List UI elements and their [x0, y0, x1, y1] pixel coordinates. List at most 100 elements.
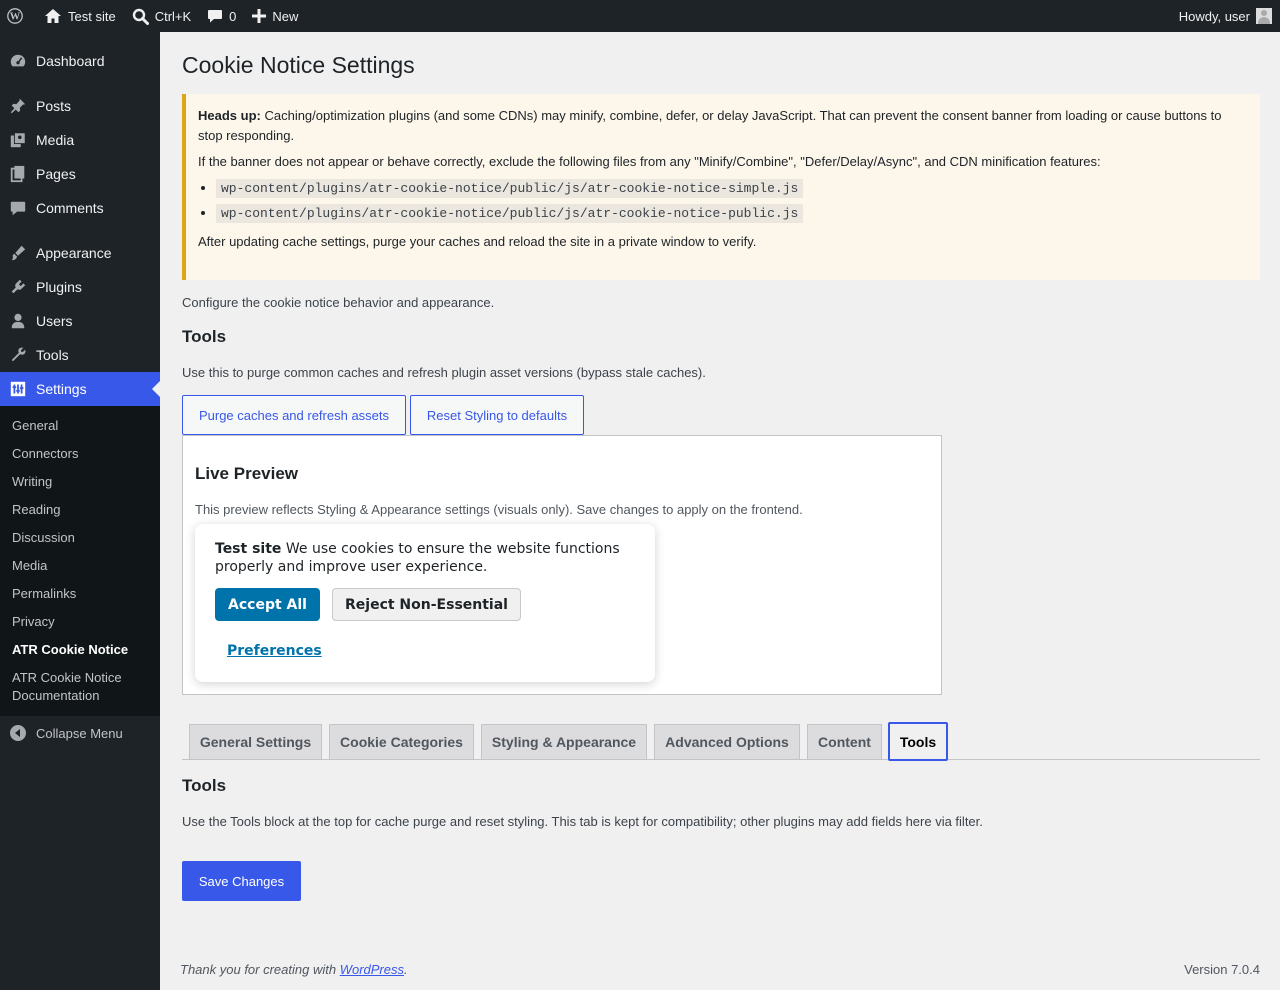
tab-styling-appearance[interactable]: Styling & Appearance — [481, 724, 647, 760]
cache-warning-notice: Heads up: Caching/optimization plugins (… — [182, 94, 1260, 280]
site-name-label: Test site — [68, 8, 116, 24]
settings-submenu: General Connectors Writing Reading Discu… — [0, 406, 160, 716]
sidebar-item-media[interactable]: Media — [0, 123, 160, 157]
plus-icon — [252, 9, 267, 23]
submenu-item-writing[interactable]: Writing — [12, 473, 52, 491]
configure-description: Configure the cookie notice behavior and… — [182, 295, 495, 310]
tab-section-heading: Tools — [182, 776, 227, 795]
submenu-item-media[interactable]: Media — [12, 557, 47, 575]
tools-heading: Tools — [182, 327, 227, 346]
sidebar-item-label: Tools — [36, 347, 69, 363]
pin-icon — [0, 97, 36, 115]
dashboard-icon — [0, 52, 36, 70]
tab-content[interactable]: Content — [807, 724, 882, 760]
wordpress-link[interactable]: WordPress — [340, 962, 404, 977]
cookie-banner-preview: Test site We use cookies to ensure the w… — [195, 524, 655, 682]
footer-thanks-suffix: . — [404, 962, 408, 977]
comments-link[interactable]: 0 — [199, 0, 244, 32]
admin-sidebar: Dashboard Posts Media Pages Comments App… — [0, 32, 160, 990]
media-icon — [0, 131, 36, 149]
search-icon — [132, 8, 149, 25]
sidebar-item-label: Pages — [36, 166, 76, 182]
reject-non-essential-button[interactable]: Reject Non-Essential — [332, 588, 521, 621]
live-preview-heading: Live Preview — [195, 464, 299, 483]
submenu-item-atr-cookie-notice-docs[interactable]: ATR Cookie Notice Documentation — [12, 669, 142, 705]
save-changes-button[interactable]: Save Changes — [182, 861, 301, 901]
sidebar-item-label: Posts — [36, 98, 72, 114]
submenu-item-connectors[interactable]: Connectors — [12, 445, 78, 463]
command-palette-link[interactable]: Ctrl+K — [124, 0, 199, 32]
avatar — [1256, 8, 1272, 24]
cookie-message: Test site We use cookies to ensure the w… — [215, 540, 635, 576]
sidebar-item-pages[interactable]: Pages — [0, 157, 160, 191]
new-content-link[interactable]: New — [244, 0, 306, 32]
sidebar-item-label: Users — [36, 313, 73, 329]
footer-thanks: Thank you for creating with WordPress. — [180, 962, 408, 977]
wrench-icon — [0, 346, 36, 364]
submenu-item-permalinks[interactable]: Permalinks — [12, 585, 76, 603]
reset-styling-button[interactable]: Reset Styling to defaults — [410, 395, 584, 435]
home-icon — [45, 9, 61, 23]
submenu-item-reading[interactable]: Reading — [12, 501, 60, 519]
plug-icon — [0, 278, 36, 296]
svg-text:W: W — [10, 12, 21, 23]
accept-all-button[interactable]: Accept All — [215, 588, 320, 621]
sidebar-item-appearance[interactable]: Appearance — [0, 236, 160, 270]
footer-thanks-prefix: Thank you for creating with — [180, 962, 340, 977]
user-icon — [0, 312, 36, 330]
pages-icon — [0, 165, 36, 183]
tab-advanced-options[interactable]: Advanced Options — [654, 724, 800, 760]
cookie-site-name: Test site — [215, 541, 282, 557]
new-label: New — [272, 8, 299, 24]
footer-version: Version 7.0.4 — [1184, 962, 1260, 977]
wordpress-logo-icon[interactable]: W — [0, 0, 36, 32]
page-title: Cookie Notice Settings — [182, 52, 415, 78]
submenu-item-privacy[interactable]: Privacy — [12, 613, 55, 631]
howdy-label: Howdy, user — [1178, 8, 1250, 24]
notice-heads-up: Heads up: — [198, 108, 261, 123]
sidebar-item-label: Media — [36, 132, 75, 148]
notice-text-2: If the banner does not appear or behave … — [198, 154, 1101, 169]
notice-line-1: Heads up: Caching/optimization plugins (… — [198, 106, 1248, 146]
comments-count: 0 — [229, 8, 237, 24]
tab-tools[interactable]: Tools — [888, 722, 948, 761]
collapse-arrow-icon — [0, 724, 36, 742]
submenu-item-atr-cookie-notice[interactable]: ATR Cookie Notice — [12, 641, 128, 659]
brush-icon — [0, 244, 36, 262]
collapse-menu-label: Collapse Menu — [36, 725, 123, 741]
sidebar-item-dashboard[interactable]: Dashboard — [0, 44, 160, 78]
notice-text-3: After updating cache settings, purge you… — [198, 234, 757, 249]
purge-caches-button[interactable]: Purge caches and refresh assets — [182, 395, 406, 435]
sidebar-item-posts[interactable]: Posts — [0, 89, 160, 123]
sidebar-item-label: Appearance — [36, 245, 112, 261]
my-account-link[interactable]: Howdy, user — [1171, 0, 1280, 32]
excluded-files-list: wp-content/plugins/atr-cookie-notice/pub… — [216, 178, 1248, 224]
sidebar-item-label: Settings — [36, 381, 87, 397]
sidebar-item-plugins[interactable]: Plugins — [0, 270, 160, 304]
tab-section-description: Use the Tools block at the top for cache… — [182, 814, 983, 829]
notice-text-1: Caching/optimization plugins (and some C… — [198, 108, 1222, 143]
tab-general-settings[interactable]: General Settings — [189, 724, 322, 760]
tab-cookie-categories[interactable]: Cookie Categories — [329, 724, 474, 760]
live-preview-panel: Live Preview This preview reflects Styli… — [182, 435, 942, 695]
sidebar-item-settings[interactable]: Settings — [0, 372, 160, 406]
sidebar-item-tools[interactable]: Tools — [0, 338, 160, 372]
admin-bar: W Test site Ctrl+K 0 New Howdy, user — [0, 0, 1280, 32]
sidebar-item-users[interactable]: Users — [0, 304, 160, 338]
search-shortcut-label: Ctrl+K — [154, 8, 192, 24]
preferences-link[interactable]: Preferences — [227, 642, 322, 660]
collapse-menu-button[interactable]: Collapse Menu — [0, 716, 160, 750]
live-preview-description: This preview reflects Styling & Appearan… — [195, 502, 803, 517]
site-name-link[interactable]: Test site — [36, 0, 124, 32]
submenu-item-discussion[interactable]: Discussion — [12, 529, 75, 547]
sidebar-item-comments[interactable]: Comments — [0, 191, 160, 225]
file-path-code: wp-content/plugins/atr-cookie-notice/pub… — [216, 204, 804, 223]
comment-icon — [0, 199, 36, 217]
submenu-item-general[interactable]: General — [12, 417, 58, 435]
settings-icon — [0, 380, 36, 398]
sidebar-item-label: Plugins — [36, 279, 82, 295]
sidebar-item-label: Dashboard — [36, 53, 105, 69]
comment-icon — [208, 10, 223, 23]
file-path-code: wp-content/plugins/atr-cookie-notice/pub… — [216, 179, 804, 198]
tools-description: Use this to purge common caches and refr… — [182, 365, 706, 380]
